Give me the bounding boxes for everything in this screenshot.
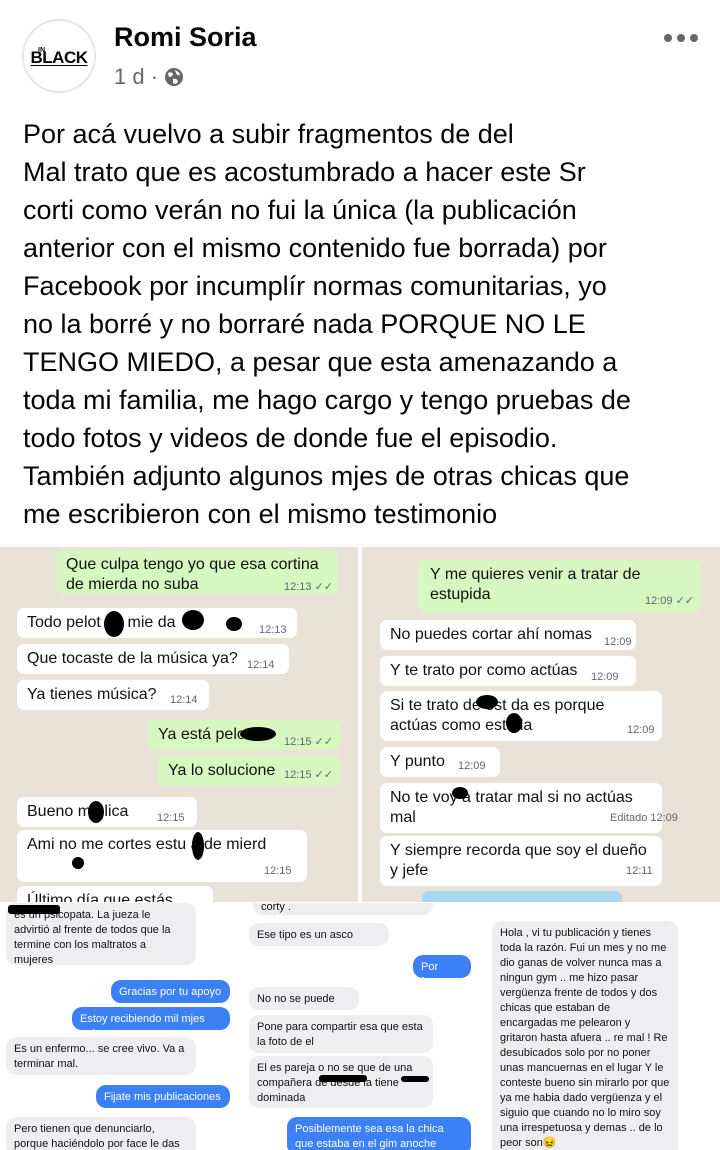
chat-bubble: Si te trato de est da es porque actúas c… [380,691,662,741]
redaction-mark [476,695,498,709]
redaction-mark [72,857,84,869]
messenger-screenshot-1[interactable]: es un psicopata. La jueza le advirtió al… [0,903,243,1150]
chat-time: 12:15 ✓✓ [284,769,334,781]
author-name[interactable]: Romi Soria [114,22,257,53]
chat-time: 12:15 [264,865,292,877]
chat-time: 12:09 [604,636,632,648]
message-bubble: Hola , vi tu publicación y tienes toda l… [492,921,678,1150]
redaction-mark [401,1076,429,1082]
chat-time: 12:15 [157,812,185,824]
post-header: IN BLACK Romi Soria 1 d · [0,0,720,110]
message-bubble: Fijate mis publicaciones [96,1085,230,1108]
redaction-mark [240,727,276,741]
redaction-mark [319,1075,367,1082]
profile-avatar[interactable]: IN BLACK [22,19,96,93]
messenger-screenshot-3[interactable]: Hola , vi tu publicación y tienes toda l… [488,903,720,1150]
chat-bubble: Y siempre recorda que soy el dueño y jef… [380,836,662,886]
whatsapp-screenshot-2[interactable]: Y me quieres venir a tratar de estupida … [362,547,720,902]
image-divider [358,547,362,903]
chat-bubble: No te voy a tratar mal si no actúas mal [380,783,662,833]
whatsapp-screenshot-1[interactable]: Que culpa tengo yo que esa cortina de mi… [0,547,358,902]
more-options-icon[interactable] [664,34,698,42]
post-time[interactable]: 1 d · [114,64,158,90]
redaction-mark [226,617,242,631]
chat-time: 12:09 [591,671,619,683]
message-bubble: No no se puede [249,987,359,1010]
chat-time: 12:09 [458,760,486,772]
chat-time: Editado 12:09 [610,812,678,824]
chat-time: 12:13 [259,624,287,636]
redaction-mark [506,713,522,733]
chat-bubble-partial [422,891,622,902]
post-meta: 1 d · [114,64,184,90]
redaction-mark [192,832,204,860]
chat-time: 12:09 [627,724,655,736]
message-bubble: Estoy recibiendo mil mjes así [72,1007,230,1040]
chat-time: 12:15 ✓✓ [284,736,334,748]
message-bubble: El es pareja o no se que de una compañer… [249,1056,433,1108]
messenger-screenshot-2[interactable]: corty . Ese tipo es un asco Por favor No… [243,903,488,1150]
post-body-text: Por acá vuelvo a subir fragmentos de del… [23,119,631,529]
message-bubble: Gracias por tu apoyo [111,980,230,1003]
chat-time: 12:09 ✓✓ [645,595,695,607]
message-bubble: Ese tipo es un asco [249,923,389,946]
chat-time: 12:14 [247,659,275,671]
redaction-mark [452,787,468,799]
message-bubble: Pero tienen que denunciarlo, porque haci… [6,1117,196,1150]
avatar-logo-small: IN [38,47,45,54]
message-bubble: corty . [253,903,433,915]
chat-bubble: No puedes cortar ahí nomas [380,620,636,650]
chat-time: 12:13 ✓✓ [284,581,334,593]
redaction-mark [8,905,60,914]
message-bubble: Por favor [413,955,471,988]
message-bubble: Posiblemente sea esa la chica que estaba… [287,1117,471,1150]
chat-time: 12:11 [626,865,653,877]
chat-time: 12:14 [170,694,198,706]
redaction-mark [182,610,204,630]
redaction-mark [104,611,124,637]
redaction-mark [88,801,104,823]
globe-icon [165,68,184,86]
message-bubble: Pone para compartir esa que esta la foto… [249,1015,433,1053]
chat-bubble: Todo pelot de mie da [17,608,297,638]
message-bubble: Es un enfermo... se cree vivo. Va a term… [6,1037,196,1075]
chat-bubble: Último día que estás [17,886,213,902]
